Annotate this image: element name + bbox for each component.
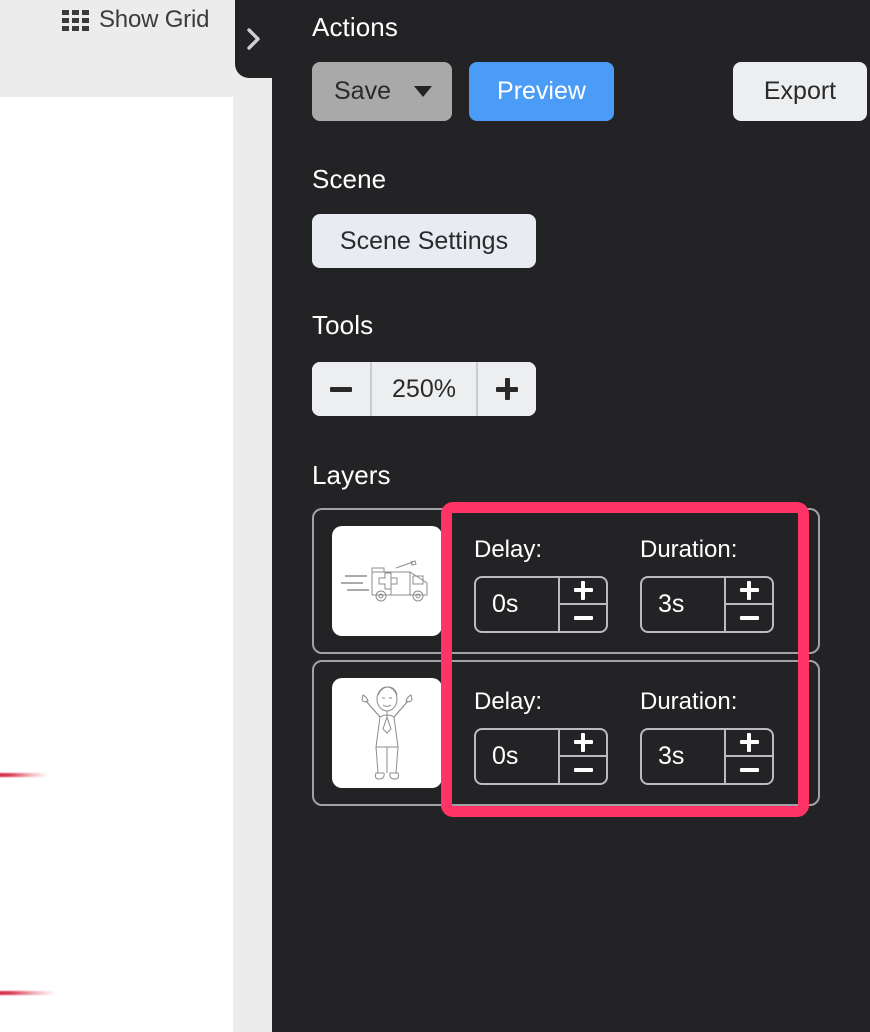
minus-icon bbox=[330, 386, 352, 392]
canvas-toolbar: Show Grid bbox=[0, 0, 233, 97]
delay-increase-button[interactable] bbox=[560, 730, 606, 756]
save-button[interactable]: Save bbox=[312, 62, 452, 121]
duration-decrease-button[interactable] bbox=[726, 755, 772, 783]
delay-label: Delay: bbox=[474, 687, 543, 715]
show-grid-label: Show Grid bbox=[99, 6, 210, 33]
zoom-in-button[interactable] bbox=[478, 362, 536, 416]
canvas-stroke-mark bbox=[0, 991, 56, 995]
ambulance-thumbnail[interactable] bbox=[332, 526, 442, 636]
layer-timing-fields: Delay: 0s Duration: 3s bbox=[442, 682, 818, 785]
minus-icon bbox=[739, 767, 759, 772]
plus-icon bbox=[573, 580, 593, 600]
scene-settings-label: Scene Settings bbox=[339, 226, 509, 255]
grid-icon bbox=[62, 9, 89, 31]
duration-label: Duration: bbox=[640, 687, 738, 715]
export-button[interactable]: Export bbox=[733, 62, 867, 121]
canvas-sheet[interactable] bbox=[0, 97, 233, 1032]
chevron-right-icon bbox=[243, 24, 265, 54]
duration-stepper: 3s bbox=[640, 575, 774, 633]
layer-card[interactable]: Delay: 0s Duration: 3s bbox=[312, 660, 820, 806]
layer-card[interactable]: Delay: 0s Duration: 3s bbox=[312, 508, 820, 654]
actions-button-row: Save Preview Export bbox=[312, 62, 867, 121]
panel-gutter bbox=[233, 0, 272, 1032]
zoom-stepper: 250% bbox=[312, 362, 536, 416]
delay-stepper: 0s bbox=[474, 727, 608, 785]
plus-icon bbox=[739, 732, 759, 752]
duration-stepper: 3s bbox=[640, 727, 774, 785]
panel-collapse-toggle[interactable] bbox=[235, 0, 273, 78]
plus-icon bbox=[496, 378, 518, 400]
app-root: Show Grid Actions Save Preview Export Sc… bbox=[0, 0, 870, 1032]
duration-spin-buttons bbox=[724, 577, 772, 631]
zoom-level-value: 250% bbox=[372, 362, 476, 416]
scene-settings-button[interactable]: Scene Settings bbox=[312, 214, 536, 268]
layers-section-title: Layers bbox=[312, 460, 391, 490]
editor-side-panel: Actions Save Preview Export Scene Scene … bbox=[272, 0, 870, 1032]
delay-value[interactable]: 0s bbox=[476, 578, 558, 631]
delay-decrease-button[interactable] bbox=[560, 755, 606, 783]
delay-spin-buttons bbox=[558, 577, 606, 631]
export-button-label: Export bbox=[763, 77, 837, 105]
minus-icon bbox=[739, 615, 759, 620]
preview-button[interactable]: Preview bbox=[469, 62, 614, 121]
delay-decrease-button[interactable] bbox=[560, 603, 606, 631]
canvas-area: Show Grid bbox=[0, 0, 233, 1032]
duration-increase-button[interactable] bbox=[726, 578, 772, 604]
duration-value[interactable]: 3s bbox=[642, 730, 724, 783]
scene-section-title: Scene bbox=[312, 164, 387, 194]
delay-field-group: Delay: 0s bbox=[474, 687, 608, 785]
plus-icon bbox=[739, 580, 759, 600]
plus-icon bbox=[573, 732, 593, 752]
duration-increase-button[interactable] bbox=[726, 730, 772, 756]
preview-button-label: Preview bbox=[497, 77, 586, 105]
delay-label: Delay: bbox=[474, 535, 543, 563]
chevron-down-icon[interactable] bbox=[414, 86, 432, 97]
delay-stepper: 0s bbox=[474, 575, 608, 633]
layer-timing-fields: Delay: 0s Duration: 3s bbox=[442, 530, 818, 633]
actions-section-title: Actions bbox=[312, 12, 398, 42]
minus-icon bbox=[573, 767, 593, 772]
duration-spin-buttons bbox=[724, 729, 772, 783]
duration-field-group: Duration: 3s bbox=[640, 687, 774, 785]
minus-icon bbox=[573, 615, 593, 620]
show-grid-button[interactable]: Show Grid bbox=[58, 6, 213, 34]
zoom-out-button[interactable] bbox=[312, 362, 370, 416]
duration-label: Duration: bbox=[640, 535, 738, 563]
delay-value[interactable]: 0s bbox=[476, 730, 558, 783]
duration-value[interactable]: 3s bbox=[642, 578, 724, 631]
delay-field-group: Delay: 0s bbox=[474, 535, 608, 633]
duration-field-group: Duration: 3s bbox=[640, 535, 774, 633]
tools-section-title: Tools bbox=[312, 310, 374, 340]
duration-decrease-button[interactable] bbox=[726, 603, 772, 631]
layers-list: Delay: 0s Duration: 3s Delay: 0s Duratio… bbox=[312, 508, 820, 812]
delay-increase-button[interactable] bbox=[560, 578, 606, 604]
canvas-stroke-mark bbox=[0, 773, 48, 777]
save-button-label: Save bbox=[334, 77, 391, 105]
delay-spin-buttons bbox=[558, 729, 606, 783]
cheering-person-thumbnail[interactable] bbox=[332, 678, 442, 788]
